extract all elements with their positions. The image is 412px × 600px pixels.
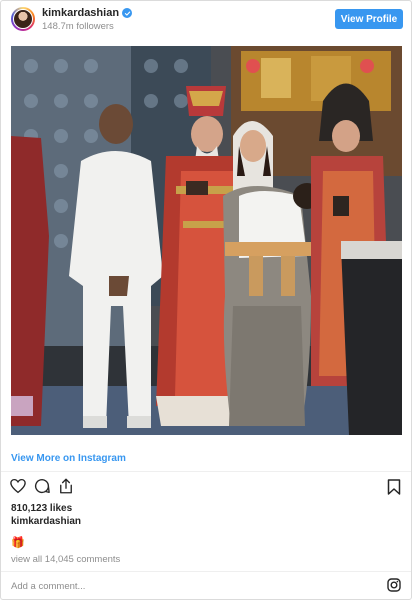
comment-input[interactable] (11, 581, 371, 592)
divider (1, 471, 411, 472)
post-photo[interactable] (11, 46, 402, 435)
photo-illustration (11, 46, 402, 435)
caption-username[interactable]: kimkardashian (11, 516, 81, 527)
caption-text: 🎁 (11, 537, 25, 549)
like-count[interactable]: 810,123 likes (11, 503, 72, 514)
view-profile-button[interactable]: View Profile (335, 9, 403, 29)
avatar-image (13, 9, 33, 29)
view-all-comments-link[interactable]: view all 14,045 comments (11, 554, 120, 565)
verified-badge-icon (122, 8, 133, 18)
post-header: kimkardashian 148.7m followers View Prof… (1, 1, 411, 37)
comment-icon[interactable] (33, 477, 51, 495)
share-icon[interactable] (57, 477, 75, 495)
avatar[interactable] (11, 7, 35, 31)
heart-icon[interactable] (9, 477, 27, 495)
bookmark-icon[interactable] (387, 479, 401, 495)
view-more-link[interactable]: View More on Instagram (11, 453, 126, 464)
instagram-logo-icon[interactable] (387, 578, 401, 592)
follower-count: 148.7m followers (42, 21, 114, 32)
action-bar (9, 477, 75, 495)
username[interactable]: kimkardashian (42, 7, 119, 19)
username-row[interactable]: kimkardashian (42, 7, 133, 19)
divider (1, 571, 411, 572)
instagram-embed-card: kimkardashian 148.7m followers View Prof… (0, 0, 412, 600)
